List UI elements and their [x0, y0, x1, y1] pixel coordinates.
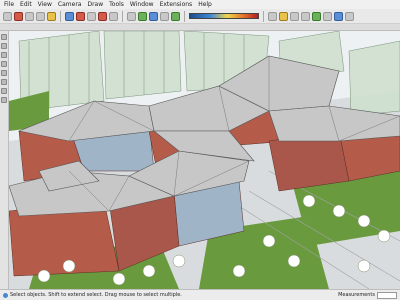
- move-tool-icon[interactable]: [76, 11, 85, 21]
- toolbar-separator: [60, 10, 61, 22]
- menu-edit[interactable]: Edit: [20, 0, 32, 9]
- measurements-label: Measurements: [338, 292, 375, 298]
- rotate-tool-icon[interactable]: [87, 11, 96, 21]
- menu-help[interactable]: Help: [198, 0, 212, 9]
- eraser-tool-icon[interactable]: [14, 11, 23, 21]
- rectangle-tool-icon[interactable]: [47, 11, 56, 21]
- secondary-toolbar: [0, 24, 400, 31]
- measurements-input[interactable]: [377, 291, 397, 299]
- menu-extensions[interactable]: Extensions: [160, 0, 193, 9]
- outliner-icon[interactable]: [345, 11, 354, 21]
- help-icon[interactable]: [3, 292, 8, 298]
- components-icon[interactable]: [312, 11, 321, 21]
- line-tool-icon[interactable]: [25, 11, 34, 21]
- scale-tool-icon[interactable]: [98, 11, 107, 21]
- left-tool-icon[interactable]: [1, 97, 7, 103]
- toolbar-separator: [263, 10, 264, 22]
- toolbar-separator: [122, 10, 123, 22]
- menu-bar: File Edit View Camera Draw Tools Window …: [0, 0, 400, 9]
- status-bar: Select objects. Shift to extend select. …: [0, 289, 400, 300]
- menu-draw[interactable]: Draw: [87, 0, 103, 9]
- left-tool-icon[interactable]: [1, 34, 7, 40]
- tape-tool-icon[interactable]: [127, 11, 136, 21]
- select-tool-icon[interactable]: [3, 11, 12, 21]
- text-tool-icon[interactable]: [138, 11, 147, 21]
- menu-window[interactable]: Window: [130, 0, 154, 9]
- menu-camera[interactable]: Camera: [58, 0, 82, 9]
- shadow-time-slider[interactable]: [189, 13, 259, 19]
- left-tool-icon[interactable]: [1, 70, 7, 76]
- left-tool-icon[interactable]: [1, 61, 7, 67]
- status-message: Select objects. Shift to extend select. …: [10, 292, 182, 298]
- styles-icon[interactable]: [290, 11, 299, 21]
- menu-tools[interactable]: Tools: [109, 0, 124, 9]
- main-toolbar: [0, 9, 400, 24]
- shadow-time-gradient[interactable]: [189, 13, 259, 19]
- pushpull-tool-icon[interactable]: [65, 11, 74, 21]
- menu-view[interactable]: View: [38, 0, 52, 9]
- status-left: Select objects. Shift to extend select. …: [3, 290, 182, 300]
- model-viewport[interactable]: [9, 31, 400, 289]
- left-tool-icon[interactable]: [1, 88, 7, 94]
- fog-toggle-icon[interactable]: [268, 11, 277, 21]
- pan-tool-icon[interactable]: [160, 11, 169, 21]
- left-toolbar: [0, 31, 9, 289]
- status-right: Measurements: [338, 290, 397, 300]
- scenes-icon[interactable]: [334, 11, 343, 21]
- left-tool-icon[interactable]: [1, 79, 7, 85]
- orbit-tool-icon[interactable]: [149, 11, 158, 21]
- 3d-scene[interactable]: [9, 31, 400, 289]
- offset-tool-icon[interactable]: [109, 11, 118, 21]
- arc-tool-icon[interactable]: [36, 11, 45, 21]
- left-tool-icon[interactable]: [1, 52, 7, 58]
- materials-icon[interactable]: [323, 11, 332, 21]
- layers-icon[interactable]: [301, 11, 310, 21]
- zoom-tool-icon[interactable]: [171, 11, 180, 21]
- section-plane-icon[interactable]: [279, 11, 288, 21]
- left-tool-icon[interactable]: [1, 43, 7, 49]
- toolbar-separator: [184, 10, 185, 22]
- menu-file[interactable]: File: [4, 0, 14, 9]
